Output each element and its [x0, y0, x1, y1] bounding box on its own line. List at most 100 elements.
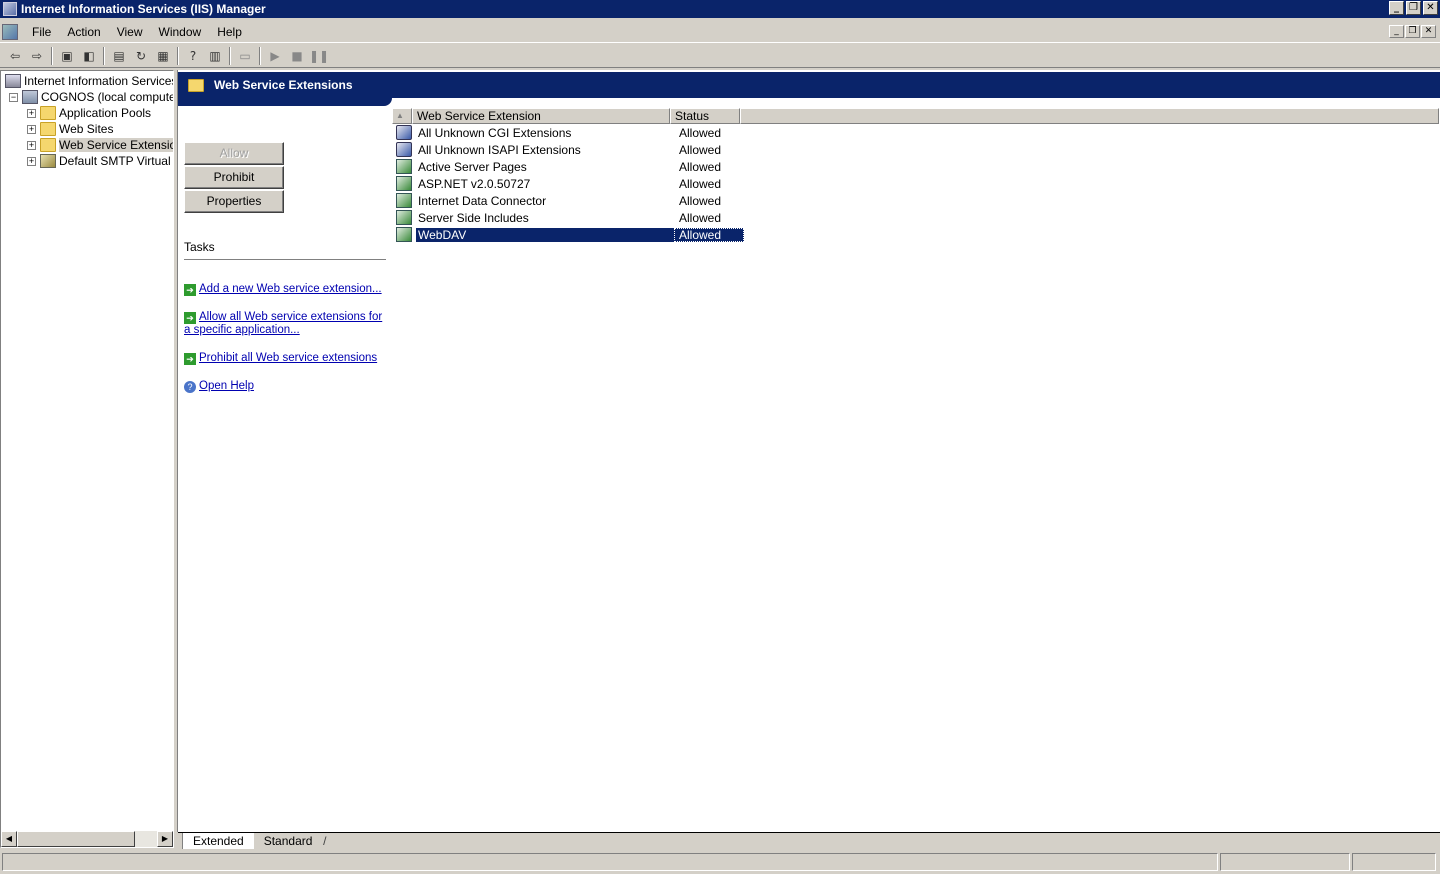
tab-extended[interactable]: Extended	[182, 833, 257, 849]
details-pane: Web Service Extensions Allow Prohibit Pr…	[177, 70, 1440, 832]
extension-name: ASP.NET v2.0.50727	[418, 176, 531, 191]
sort-icon[interactable]: ▲	[392, 108, 412, 124]
up-folder-icon[interactable]: ▣	[56, 46, 78, 66]
tree-node-application-pools[interactable]: + Application Pools	[27, 105, 151, 121]
play-icon[interactable]: ▶	[264, 46, 286, 66]
extension-name: All Unknown CGI Extensions	[418, 125, 572, 140]
extension-status: Allowed	[679, 159, 722, 174]
extension-icon	[396, 159, 412, 174]
expand-icon[interactable]: +	[27, 140, 36, 150]
tree-node-computer[interactable]: − COGNOS (local computer)	[9, 89, 173, 105]
menu-file[interactable]: File	[24, 25, 59, 39]
console-tree[interactable]: Internet Information Services − COGNOS (…	[0, 70, 174, 848]
task-add-extension: ➔ Add a new Web service extension...	[184, 283, 388, 296]
tree-node-web-sites[interactable]: + Web Sites	[27, 121, 113, 137]
stop-icon[interactable]: ■	[286, 46, 308, 66]
toolbar-separator	[229, 46, 231, 65]
close-button[interactable]: ✕	[1423, 1, 1438, 15]
properties-icon[interactable]: ▤	[108, 46, 130, 66]
status-panel-main	[2, 853, 1218, 871]
scroll-track[interactable]	[135, 831, 157, 847]
show-hide-tree-icon[interactable]: ◧	[78, 46, 100, 66]
toolbar: ⇦ ⇨ ▣ ◧ ▤ ↻ ▦ ? ▥ ▭ ▶ ■ ❚❚	[0, 44, 1440, 68]
column-header-filler	[740, 108, 1439, 124]
scroll-left-icon[interactable]: ◀	[1, 831, 17, 847]
extension-status: Allowed	[679, 176, 722, 191]
collapse-icon[interactable]: −	[9, 92, 18, 102]
list-row-selected[interactable]: WebDAV Allowed	[392, 226, 1439, 243]
menu-action[interactable]: Action	[59, 25, 108, 39]
status-panel-2	[1220, 853, 1350, 871]
minimize-button[interactable]: _	[1389, 1, 1404, 15]
expand-icon[interactable]: +	[27, 156, 36, 166]
smtp-server-icon	[40, 154, 56, 168]
task-arrow-icon: ➔	[184, 312, 196, 324]
prohibit-all-link[interactable]: Prohibit all Web service extensions	[199, 352, 377, 364]
menu-bar: File Action View Window Help _ ❐ ✕	[0, 21, 1440, 43]
extension-status: Allowed	[679, 193, 722, 208]
scroll-thumb[interactable]	[17, 831, 135, 847]
list-row[interactable]: All Unknown CGI Extensions Allowed	[392, 124, 1439, 141]
child-minimize-button[interactable]: _	[1389, 25, 1404, 38]
header-decoration	[178, 98, 392, 106]
menu-help[interactable]: Help	[209, 25, 250, 39]
details-header: Web Service Extensions	[178, 72, 1440, 98]
open-help-link[interactable]: Open Help	[199, 380, 254, 392]
allow-all-for-app-link[interactable]: Allow all Web service extensions for a s…	[184, 311, 382, 336]
expand-icon[interactable]: +	[27, 124, 36, 134]
extensions-list[interactable]: ▲ Web Service Extension Status All Unkno…	[392, 108, 1439, 243]
title-bar: Internet Information Services (IIS) Mana…	[0, 0, 1440, 18]
column-header-status[interactable]: Status	[670, 108, 740, 124]
forward-icon[interactable]: ⇨	[26, 46, 48, 66]
tree-node-smtp-server[interactable]: + Default SMTP Virtual Server	[27, 153, 173, 169]
extension-name: WebDAV	[416, 227, 674, 242]
status-bar	[0, 852, 1440, 872]
extension-icon	[396, 227, 412, 242]
extension-icon	[396, 193, 412, 208]
task-arrow-icon: ➔	[184, 353, 196, 365]
tree-node-web-service-extensions[interactable]: + Web Service Extensions	[27, 137, 173, 153]
list-row[interactable]: Active Server Pages Allowed	[392, 158, 1439, 175]
restore-button[interactable]: ❐	[1406, 1, 1421, 15]
expand-icon[interactable]: +	[27, 108, 36, 118]
tree-node-iis-root[interactable]: Internet Information Services	[5, 73, 173, 89]
list-row[interactable]: ASP.NET v2.0.50727 Allowed	[392, 175, 1439, 192]
list-row[interactable]: All Unknown ISAPI Extensions Allowed	[392, 141, 1439, 158]
add-extension-link[interactable]: Add a new Web service extension...	[199, 283, 382, 295]
console-system-icon[interactable]	[2, 23, 18, 40]
child-restore-button[interactable]: ❐	[1405, 25, 1420, 38]
extension-status: Allowed	[679, 125, 722, 140]
prohibit-button[interactable]: Prohibit	[184, 166, 284, 189]
menu-view[interactable]: View	[109, 25, 151, 39]
list-row[interactable]: Internet Data Connector Allowed	[392, 192, 1439, 209]
iis-app-icon	[3, 2, 17, 16]
extension-name: Active Server Pages	[418, 159, 527, 174]
child-close-button[interactable]: ✕	[1421, 25, 1436, 38]
properties-button[interactable]: Properties	[184, 190, 284, 213]
help-icon[interactable]: ?	[182, 46, 204, 66]
tree-horizontal-scrollbar[interactable]: ◀ ▶	[1, 831, 173, 847]
task-prohibit-all: ➔ Prohibit all Web service extensions	[184, 352, 388, 365]
list-row[interactable]: Server Side Includes Allowed	[392, 209, 1439, 226]
toolbar-separator	[177, 46, 179, 65]
refresh-icon[interactable]: ↻	[130, 46, 152, 66]
status-panel-3	[1352, 853, 1436, 871]
tab-standard[interactable]: Standard	[253, 833, 326, 849]
extension-name: All Unknown ISAPI Extensions	[418, 142, 581, 157]
computer-icon[interactable]: ▭	[234, 46, 256, 66]
allow-button[interactable]: Allow	[184, 142, 284, 165]
folder-icon	[40, 106, 56, 120]
toolbar-separator	[103, 46, 105, 65]
console-tree-icon[interactable]: ▥	[204, 46, 226, 66]
extension-icon	[396, 210, 412, 225]
scroll-right-icon[interactable]: ▶	[157, 831, 173, 847]
computer-icon	[22, 90, 38, 104]
help-icon: ?	[184, 381, 196, 393]
menu-window[interactable]: Window	[151, 25, 210, 39]
back-icon[interactable]: ⇦	[4, 46, 26, 66]
tasks-divider	[184, 259, 386, 261]
column-header-extension[interactable]: Web Service Extension	[412, 108, 670, 124]
folder-icon	[188, 78, 204, 92]
export-list-icon[interactable]: ▦	[152, 46, 174, 66]
pause-icon[interactable]: ❚❚	[308, 46, 330, 66]
